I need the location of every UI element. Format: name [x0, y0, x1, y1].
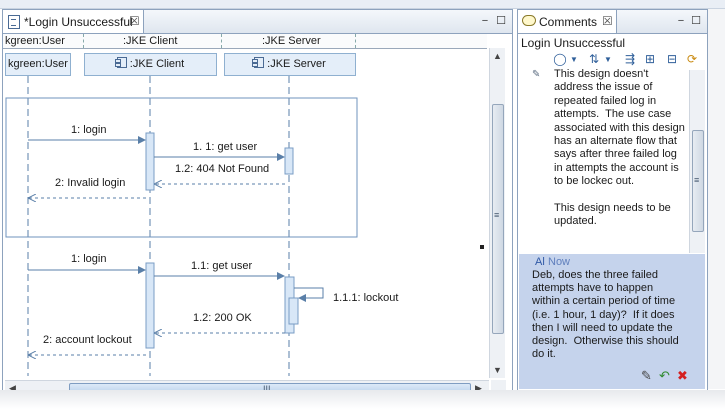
- expand-all-icon[interactable]: ⊞: [642, 52, 658, 66]
- comments-tab-bar: Comments ☒ − ☐: [518, 10, 707, 34]
- reply-icon[interactable]: ↶: [659, 368, 670, 384]
- self-message-arrow: [294, 287, 324, 302]
- message-label[interactable]: 1.2: 200 OK: [193, 312, 252, 324]
- minimize-icon[interactable]: −: [675, 15, 687, 27]
- message-label[interactable]: 1: login: [71, 253, 106, 265]
- component-icon: [252, 57, 265, 68]
- message-label[interactable]: 1.2: 404 Not Found: [175, 163, 269, 175]
- lane-separator: [221, 34, 222, 48]
- reply-author: Al: [535, 256, 545, 268]
- comments-tab-label: Comments: [539, 15, 598, 29]
- lane-separator: [355, 34, 356, 48]
- comment-scroll-thumb[interactable]: ≡: [692, 130, 704, 232]
- comments-tab[interactable]: Comments ☒: [518, 10, 617, 33]
- maximize-icon[interactable]: ☐: [690, 15, 702, 27]
- activation-bar: [145, 262, 155, 349]
- comment-thread-title: Login Unsuccessful: [521, 36, 626, 50]
- lane-separator: [83, 34, 84, 48]
- vertical-scroll-thumb[interactable]: ≡: [492, 104, 504, 334]
- editor-tab-label: *Login Unsuccessful: [24, 15, 133, 29]
- comment-author-icon: ✎: [532, 69, 541, 80]
- message-label[interactable]: 2: account lockout: [43, 334, 132, 346]
- lifeline-label: :JKE Client: [129, 58, 185, 70]
- comments-panel: Comments ☒ − ☐ Login Unsuccessful ◯ ▼ ⇅ …: [517, 9, 708, 391]
- message-label[interactable]: 1: login: [71, 124, 106, 136]
- top-toolbar-strip: [0, 0, 725, 9]
- scroll-up-icon[interactable]: ▲: [493, 51, 502, 61]
- comment-vertical-scrollbar[interactable]: ≡: [689, 70, 705, 253]
- lane-header-server: :JKE Server: [262, 35, 321, 47]
- message-label[interactable]: 2: Invalid login: [55, 177, 125, 189]
- sync-icon[interactable]: ⟳: [684, 52, 700, 66]
- editor-tab[interactable]: *Login Unsuccessful ☒: [3, 10, 144, 33]
- filter-icon[interactable]: ⇶: [622, 52, 638, 66]
- grip-icon: ≡: [494, 210, 500, 220]
- message-label[interactable]: 1.1: get user: [191, 260, 252, 272]
- comment-body: This design doesn't address the issue of…: [554, 68, 685, 228]
- lifeline-box-client[interactable]: :JKE Client: [84, 53, 217, 76]
- lifeline-box-user[interactable]: kgreen:User: [5, 53, 71, 76]
- editor-tab-bar: *Login Unsuccessful ☒ − ☐: [3, 10, 512, 34]
- sequence-diagram-icon: [8, 15, 20, 29]
- minimize-icon[interactable]: −: [479, 15, 491, 27]
- dropdown-icon[interactable]: ▼: [566, 55, 582, 64]
- activation-bar: [284, 147, 294, 175]
- message-label[interactable]: 1. 1: get user: [193, 141, 257, 153]
- lane-header-client: :JKE Client: [123, 35, 178, 47]
- activation-bar: [288, 297, 299, 325]
- reply-timestamp: Now: [548, 256, 571, 268]
- lifeline-box-server[interactable]: :JKE Server: [224, 53, 356, 76]
- reply-body[interactable]: Deb, does the three failed attempts have…: [532, 269, 694, 361]
- lifeline-header-row: kgreen:User :JKE Client :JKE Server: [3, 34, 487, 49]
- close-tab-icon[interactable]: ☒: [602, 14, 613, 28]
- lane-header-user: kgreen:User: [5, 35, 65, 47]
- message-label[interactable]: 1.1.1: lockout: [333, 292, 398, 304]
- component-icon: [114, 57, 127, 68]
- resize-handle[interactable]: [480, 245, 484, 249]
- grip-icon: ≡: [694, 175, 700, 185]
- lifeline-label: :JKE Server: [267, 58, 326, 70]
- activation-bar: [145, 132, 155, 191]
- sequence-diagram-canvas: [5, 76, 358, 376]
- resolve-icon[interactable]: ✎: [641, 368, 652, 384]
- close-tab-icon[interactable]: ☒: [129, 14, 140, 28]
- vertical-scrollbar[interactable]: ▲ ≡ ▼: [489, 48, 505, 378]
- delete-icon[interactable]: ✖: [677, 368, 688, 384]
- scroll-down-icon[interactable]: ▼: [493, 365, 502, 375]
- dropdown-icon[interactable]: ▼: [600, 55, 616, 64]
- maximize-icon[interactable]: ☐: [495, 15, 507, 27]
- window-bottom-shadow: [0, 390, 725, 409]
- diagram-editor: *Login Unsuccessful ☒ − ☐ kgreen:User :J…: [2, 9, 513, 396]
- reply-comment: Al Now Deb, does the three failed attemp…: [519, 254, 705, 389]
- window-edge: [708, 9, 725, 389]
- collapse-all-icon[interactable]: ⊟: [664, 52, 680, 66]
- comments-icon: [522, 15, 536, 26]
- lifeline-label: kgreen:User: [8, 58, 68, 70]
